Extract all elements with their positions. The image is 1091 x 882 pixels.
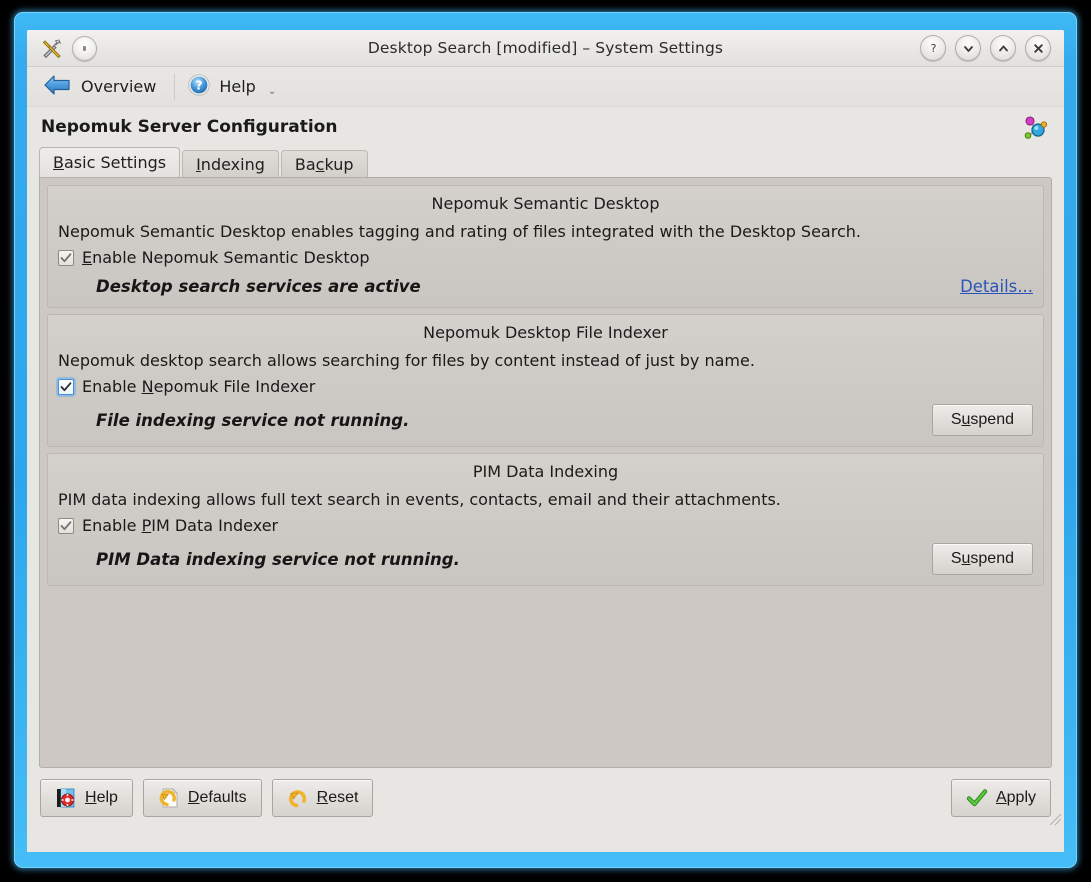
button-label: Suspend — [951, 550, 1014, 568]
checkbox-icon[interactable] — [58, 378, 74, 395]
module-header: Nepomuk Server Configuration — [27, 107, 1064, 147]
button-accelerator: D — [187, 789, 200, 806]
overview-button[interactable]: Overview — [37, 69, 168, 105]
undo-arrow-icon — [287, 787, 309, 809]
status-text: PIM Data indexing service not running. — [96, 549, 460, 569]
defaults-button[interactable]: Defaults — [142, 779, 262, 817]
checkbox-accelerator: E — [82, 248, 93, 268]
checkbox-label-post: epomuk File Indexer — [153, 377, 316, 397]
button-label-post: pply — [1006, 789, 1036, 806]
help-book-icon — [55, 787, 77, 809]
button-label: Defaults — [188, 789, 247, 807]
group-title: Nepomuk Semantic Desktop — [431, 194, 660, 213]
reset-button[interactable]: Reset — [271, 779, 374, 817]
button-label-post: spend — [970, 550, 1014, 568]
checkbox-accelerator: P — [141, 516, 152, 536]
apply-button[interactable]: Apply — [950, 779, 1051, 817]
status-row: PIM Data indexing service not running. S… — [58, 537, 1033, 577]
button-label: Reset — [317, 789, 359, 807]
tab-content-panel: Nepomuk Semantic Desktop Nepomuk Semanti… — [39, 177, 1052, 768]
button-label-post: elp — [96, 789, 118, 806]
button-accelerator: H — [85, 789, 97, 806]
checkmark-icon — [966, 787, 988, 809]
group-title: PIM Data Indexing — [472, 462, 619, 482]
help-icon[interactable]: ? — [920, 35, 946, 61]
button-label: Help — [85, 789, 118, 807]
button-label-post: efaults — [199, 789, 247, 806]
status-text: Desktop search services are active — [96, 276, 421, 296]
checkbox-enable-file-indexer[interactable]: Enable Nepomuk File Indexer — [58, 375, 1033, 398]
checkbox-label: Enable PIM Data Indexer — [82, 516, 278, 535]
button-accelerator: R — [316, 789, 329, 806]
chevron-up-icon[interactable] — [990, 35, 1016, 61]
suspend-pim-indexer-button[interactable]: Suspend — [931, 543, 1033, 576]
group-description: Nepomuk Semantic Desktop enables tagging… — [58, 222, 861, 241]
suspend-file-indexer-button[interactable]: Suspend — [931, 404, 1033, 437]
group-title: Nepomuk Desktop File Indexer — [423, 323, 668, 343]
window-title: Desktop Search [modified] – System Setti… — [367, 39, 724, 57]
undo-document-icon — [158, 787, 180, 809]
tab-label-post: kup — [324, 155, 354, 174]
tab-basic-settings[interactable]: Basic Settings — [39, 147, 181, 177]
button-label-pre: S — [950, 550, 962, 568]
tab-label-pre: Ba — [294, 155, 316, 174]
nepomuk-logo-icon — [1018, 110, 1052, 144]
toolbar-separator — [174, 73, 176, 100]
checkbox-icon[interactable] — [58, 249, 74, 266]
group-description: Nepomuk desktop search allows searching … — [58, 351, 755, 371]
button-accelerator: A — [995, 789, 1007, 806]
status-text: File indexing service not running. — [96, 410, 410, 430]
checkbox-label-post: IM Data Indexer — [151, 516, 279, 536]
main-toolbar: Overview ? Help ⌄ — [27, 67, 1064, 107]
tab-accelerator: B — [53, 153, 64, 172]
tab-label-post: ndexing — [200, 155, 265, 174]
checkbox-label: Enable Nepomuk Semantic Desktop — [82, 248, 370, 267]
tab-bar: Basic Settings Indexing Ba c kup — [27, 147, 1064, 178]
button-label-pre: S — [950, 411, 962, 429]
overview-label: Overview — [81, 77, 157, 96]
close-icon[interactable] — [1025, 35, 1051, 61]
checkbox-accelerator: N — [141, 377, 154, 397]
dialog-button-bar: Help Defaults Reset Apply — [27, 768, 1064, 828]
help-question-icon: ? — [187, 73, 211, 101]
button-label-post: spend — [970, 411, 1014, 429]
status-row: File indexing service not running. Suspe… — [58, 398, 1033, 438]
chevron-down-icon[interactable]: ⌄ — [268, 86, 276, 101]
application-window: Desktop Search [modified] – System Setti… — [27, 30, 1064, 852]
svg-text:?: ? — [930, 42, 936, 55]
group-pim-data-indexing: PIM Data Indexing PIM data indexing allo… — [47, 453, 1044, 587]
help-button[interactable]: Help — [40, 779, 133, 817]
checkbox-icon[interactable] — [58, 517, 74, 534]
checkbox-enable-pim-indexer[interactable]: Enable PIM Data Indexer — [58, 514, 1033, 537]
tab-backup[interactable]: Ba c kup — [280, 150, 368, 178]
back-arrow-icon — [43, 72, 73, 102]
group-semantic-desktop: Nepomuk Semantic Desktop Nepomuk Semanti… — [47, 185, 1044, 309]
checkbox-label-post: nable Nepomuk Semantic Desktop — [92, 248, 370, 268]
help-label: Help — [219, 77, 256, 96]
page-title: Nepomuk Server Configuration — [41, 117, 338, 137]
button-label: Suspend — [951, 411, 1014, 429]
tab-indexing[interactable]: Indexing — [182, 150, 279, 178]
button-label: Apply — [996, 789, 1036, 807]
button-label-post: eset — [328, 789, 359, 806]
svg-text:?: ? — [196, 77, 203, 92]
help-button[interactable]: ? Help ⌄ — [181, 70, 288, 104]
checkbox-enable-semantic-desktop[interactable]: Enable Nepomuk Semantic Desktop — [58, 246, 1033, 269]
group-description: PIM data indexing allows full text searc… — [58, 490, 781, 510]
checkbox-label-pre: Enable — [82, 516, 142, 536]
title-bar[interactable]: Desktop Search [modified] – System Setti… — [27, 30, 1064, 67]
group-file-indexer: Nepomuk Desktop File Indexer Nepomuk des… — [47, 314, 1044, 448]
details-link[interactable]: Details... — [960, 277, 1033, 296]
tab-accelerator: c — [315, 155, 325, 174]
checkbox-label: Enable Nepomuk File Indexer — [82, 377, 315, 396]
checkbox-label-pre: Enable — [82, 377, 142, 397]
window-controls: ? — [920, 35, 1051, 61]
tab-label-post: asic Settings — [63, 153, 167, 172]
status-row: Desktop search services are active Detai… — [58, 269, 1033, 299]
chevron-down-icon[interactable] — [955, 35, 981, 61]
